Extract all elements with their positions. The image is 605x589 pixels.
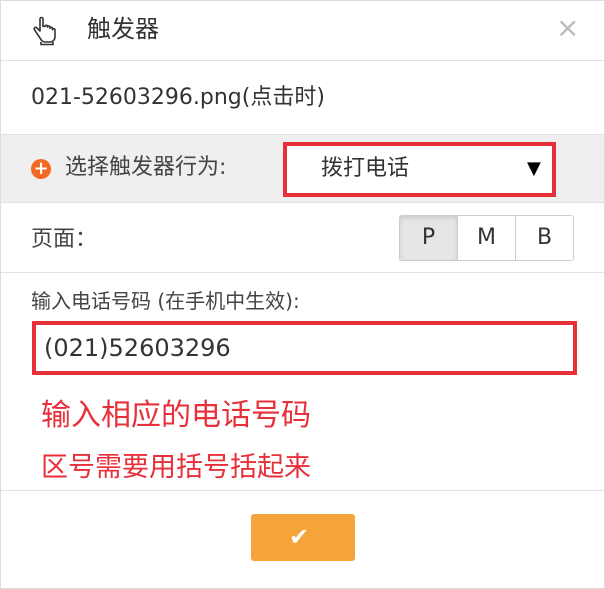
confirm-button[interactable]: ✔ — [251, 514, 355, 561]
pointer-hand-icon — [33, 16, 56, 46]
image-filename: 021-52603296.png(点击时) — [31, 85, 325, 110]
page-option-b[interactable]: B — [515, 216, 573, 260]
behavior-label: 选择触发器行为: — [65, 155, 227, 180]
behavior-select-value: 拨打电话 — [321, 156, 410, 181]
page-row: 页面： P M B — [1, 203, 604, 273]
plus-circle-icon: + — [31, 159, 51, 179]
page-option-p[interactable]: P — [400, 216, 457, 260]
image-filename-row: 021-52603296.png(点击时) — [1, 61, 604, 135]
dialog-header: 触发器 × — [1, 1, 604, 61]
dropdown-arrow-icon: ▼ — [527, 158, 541, 179]
checkmark-icon: ✔ — [289, 523, 310, 551]
phone-label: 输入电话号码 (在手机中生效): — [31, 289, 300, 313]
phone-input[interactable]: (021)52603296 — [32, 321, 577, 375]
dialog-title: 触发器 — [87, 15, 159, 43]
page-label: 页面： — [31, 227, 98, 252]
behavior-select[interactable]: 拨打电话 ▼ — [283, 142, 556, 197]
annotation-note-1: 输入相应的电话号码 — [41, 398, 311, 433]
page-toggle-group: P M B — [399, 215, 574, 261]
annotation-note-2: 区号需要用括号括起来 — [41, 452, 311, 483]
behavior-row: + 选择触发器行为: 拨打电话 ▼ — [1, 135, 604, 203]
page-option-m[interactable]: M — [457, 216, 515, 260]
trigger-dialog: 触发器 × 021-52603296.png(点击时) + 选择触发器行为: 拨… — [0, 0, 605, 589]
close-icon[interactable]: × — [556, 13, 579, 43]
phone-section: 输入电话号码 (在手机中生效): (021)52603296 输入相应的电话号码… — [1, 273, 604, 491]
